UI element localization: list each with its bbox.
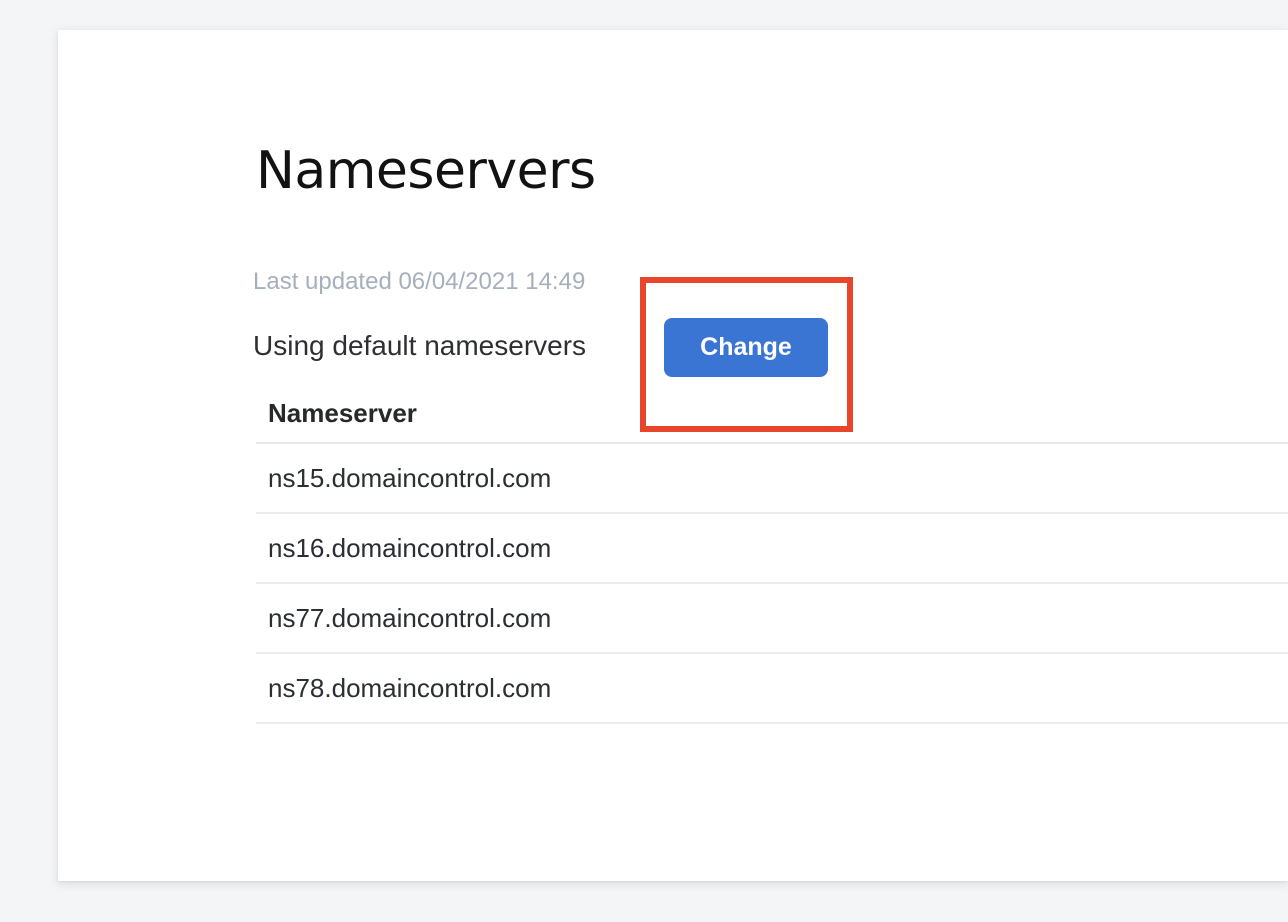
last-updated-text: Last updated 06/04/2021 14:49 [253,268,585,297]
nameservers-panel: Nameservers Last updated 06/04/2021 14:4… [58,30,1288,881]
table-row: ns78.domaincontrol.com [256,654,1288,724]
table-row: ns16.domaincontrol.com [256,514,1288,584]
nameservers-table: Nameserver ns15.domaincontrol.com ns16.d… [256,398,1288,724]
table-row: ns15.domaincontrol.com [256,444,1288,514]
table-header-nameserver: Nameserver [256,398,1288,444]
nameserver-status-text: Using default nameservers [253,329,586,363]
change-nameservers-button[interactable]: Change [664,318,828,377]
page-title: Nameservers [256,142,596,202]
table-row: ns77.domaincontrol.com [256,584,1288,654]
